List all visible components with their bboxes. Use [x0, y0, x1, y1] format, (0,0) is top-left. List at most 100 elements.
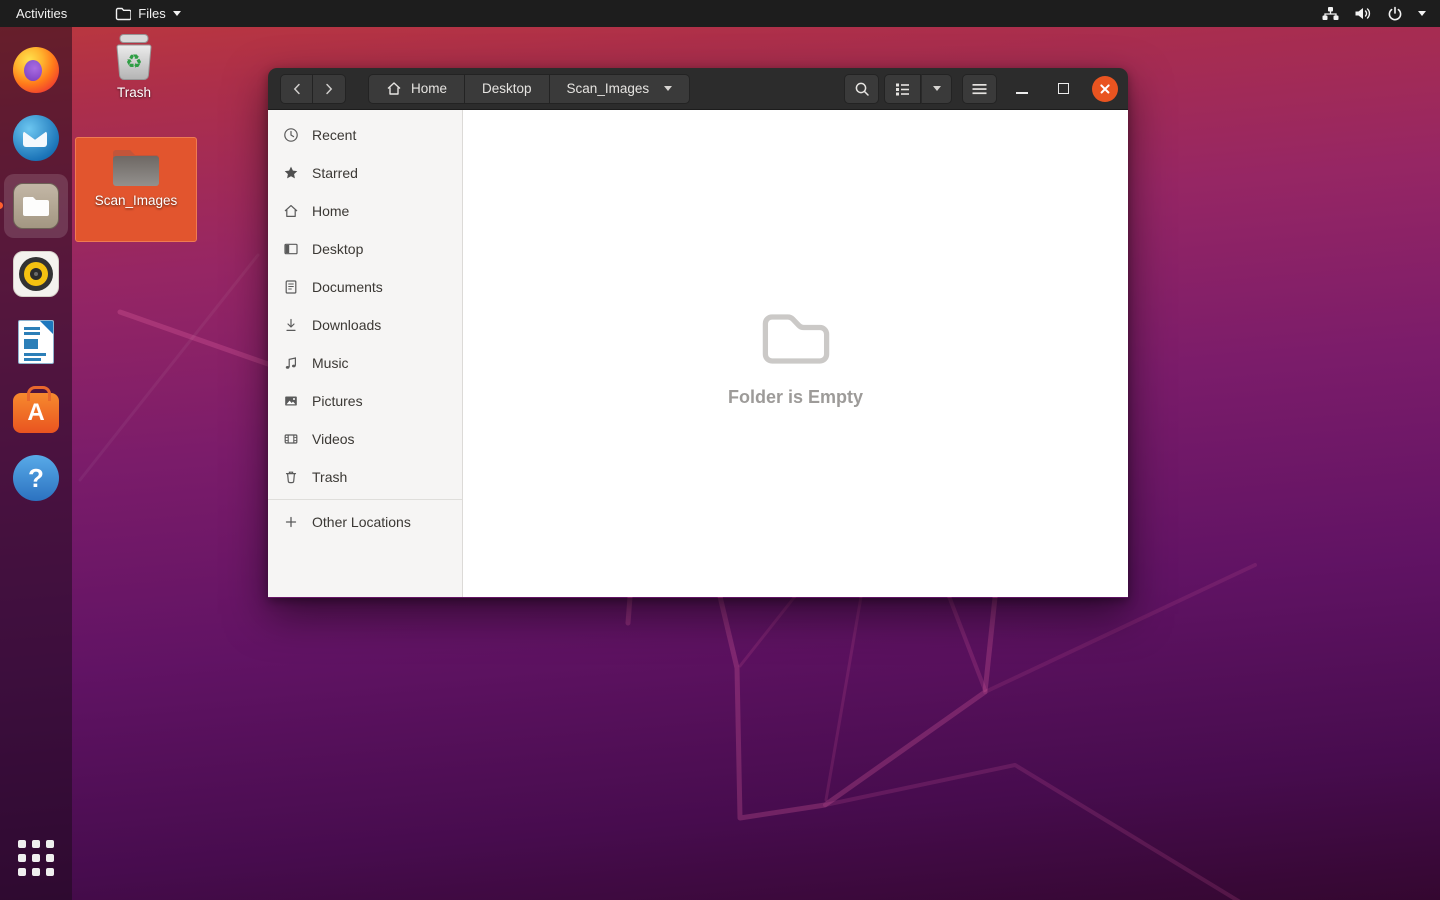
maximize-icon	[1058, 83, 1069, 94]
desktop-icon-label: Scan_Images	[95, 193, 178, 208]
folder-content-area[interactable]: Folder is Empty	[463, 110, 1128, 597]
list-view-icon	[895, 82, 910, 96]
sidebar-item-pictures[interactable]: Pictures	[268, 382, 462, 420]
clock-icon	[283, 127, 299, 143]
sidebar-item-documents[interactable]: Documents	[268, 268, 462, 306]
sidebar-item-label: Documents	[312, 279, 383, 295]
trash-can-icon: ♻	[113, 33, 155, 81]
film-icon	[283, 431, 299, 447]
document-icon	[283, 279, 299, 295]
sidebar-item-label: Other Locations	[312, 514, 411, 530]
sidebar-item-videos[interactable]: Videos	[268, 420, 462, 458]
top-bar: Activities Files	[0, 0, 1440, 27]
forward-button[interactable]	[313, 74, 346, 104]
sidebar-item-other-locations[interactable]: Other Locations	[268, 503, 462, 541]
empty-folder-state: Folder is Empty	[728, 303, 863, 408]
toolbar-actions	[844, 74, 1118, 104]
sidebar-separator	[268, 499, 462, 500]
sidebar-item-trash[interactable]: Trash	[268, 458, 462, 496]
window-titlebar[interactable]: Home Desktop Scan_Images	[268, 68, 1128, 110]
folder-icon	[110, 145, 162, 189]
star-icon	[283, 165, 299, 181]
power-icon	[1387, 6, 1403, 22]
thunderbird-icon	[13, 115, 59, 161]
view-switcher	[884, 74, 952, 104]
firefox-icon	[13, 47, 59, 93]
chevron-left-icon	[291, 82, 303, 96]
minimize-button[interactable]	[1010, 77, 1034, 101]
desktop-icon-label: Trash	[117, 85, 151, 100]
download-icon	[283, 317, 299, 333]
music-note-icon	[283, 355, 299, 371]
dock-item-files[interactable]	[4, 174, 68, 238]
trash-icon	[283, 469, 299, 485]
picture-icon	[283, 393, 299, 409]
dock: A ?	[0, 27, 72, 900]
home-icon	[386, 81, 402, 96]
back-button[interactable]	[280, 74, 313, 104]
maximize-button[interactable]	[1051, 77, 1075, 101]
sidebar-item-label: Desktop	[312, 241, 363, 257]
sidebar-item-label: Home	[312, 203, 349, 219]
show-applications-button[interactable]	[4, 826, 68, 890]
dock-item-thunderbird[interactable]	[4, 106, 68, 170]
sidebar-item-desktop[interactable]: Desktop	[268, 230, 462, 268]
list-view-button[interactable]	[884, 74, 921, 104]
sidebar-item-home[interactable]: Home	[268, 192, 462, 230]
activities-button[interactable]: Activities	[0, 0, 83, 27]
desktop-icon-scan-images[interactable]: Scan_Images	[75, 137, 197, 242]
path-segment-scan-images[interactable]: Scan_Images	[550, 74, 691, 104]
desktop: Activities Files	[0, 0, 1440, 900]
system-tray[interactable]	[1322, 6, 1440, 22]
window-controls	[1010, 76, 1118, 102]
sidebar-item-label: Trash	[312, 469, 347, 485]
dock-item-libreoffice-writer[interactable]	[4, 310, 68, 374]
ubuntu-software-icon: A	[13, 393, 59, 433]
chevron-right-icon	[323, 82, 335, 96]
sidebar-item-starred[interactable]: Starred	[268, 154, 462, 192]
network-icon	[1322, 6, 1339, 21]
chevron-down-icon	[173, 11, 181, 16]
dock-item-firefox[interactable]	[4, 38, 68, 102]
sidebar-item-label: Pictures	[312, 393, 363, 409]
sidebar-item-recent[interactable]: Recent	[268, 116, 462, 154]
sidebar-item-label: Videos	[312, 431, 355, 447]
volume-icon	[1354, 6, 1372, 21]
chevron-down-icon	[1418, 11, 1426, 16]
close-button[interactable]	[1092, 76, 1118, 102]
path-segment-label: Scan_Images	[567, 81, 650, 96]
path-segment-home[interactable]: Home	[368, 74, 465, 104]
desktop-icon	[283, 241, 299, 257]
path-segment-desktop[interactable]: Desktop	[465, 74, 550, 104]
search-button[interactable]	[844, 74, 879, 104]
app-menu-label: Files	[138, 6, 165, 21]
hamburger-menu-button[interactable]	[962, 74, 997, 104]
minimize-icon	[1016, 92, 1028, 94]
svg-text:♻: ♻	[125, 51, 142, 73]
sidebar-item-label: Music	[312, 355, 349, 371]
dock-item-help[interactable]: ?	[4, 446, 68, 510]
home-icon	[283, 203, 299, 219]
dock-item-ubuntu-software[interactable]: A	[4, 378, 68, 442]
help-icon: ?	[13, 455, 59, 501]
plus-icon	[283, 514, 299, 530]
places-sidebar: Recent Starred Home	[268, 110, 463, 597]
sidebar-item-label: Downloads	[312, 317, 381, 333]
files-window: Home Desktop Scan_Images	[268, 68, 1128, 598]
libreoffice-writer-icon	[18, 320, 54, 364]
hamburger-menu-icon	[972, 83, 987, 95]
sidebar-item-downloads[interactable]: Downloads	[268, 306, 462, 344]
chevron-down-icon	[933, 86, 941, 91]
sidebar-item-music[interactable]: Music	[268, 344, 462, 382]
app-menu-files[interactable]: Files	[105, 0, 190, 27]
empty-folder-message: Folder is Empty	[728, 387, 863, 408]
desktop-icon-trash[interactable]: ♻ Trash	[96, 31, 172, 104]
dock-item-rhythmbox[interactable]	[4, 242, 68, 306]
sidebar-item-label: Starred	[312, 165, 358, 181]
chevron-down-icon	[664, 86, 672, 91]
folder-icon	[115, 7, 131, 21]
path-segment-label: Home	[411, 81, 447, 96]
app-grid-icon	[18, 840, 54, 876]
view-options-button[interactable]	[921, 74, 952, 104]
empty-folder-icon	[752, 303, 840, 373]
